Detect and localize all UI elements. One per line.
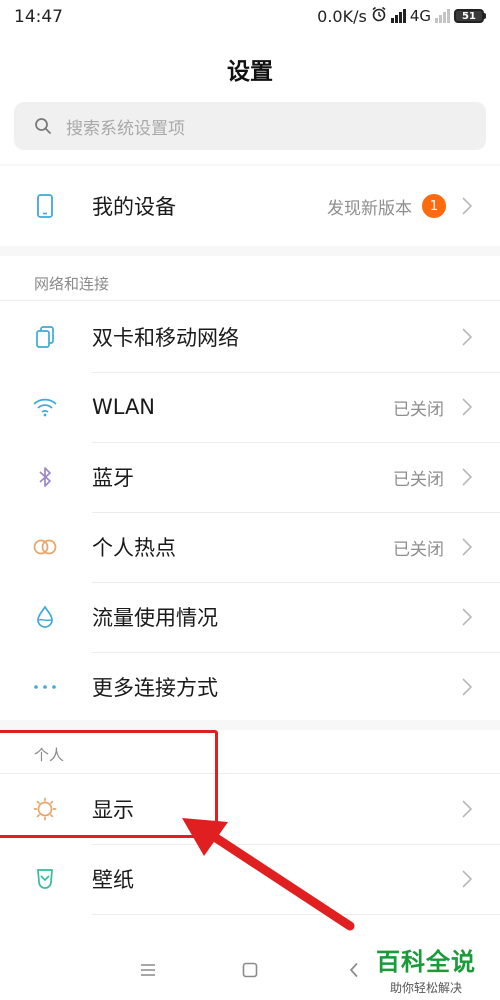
item-label: 流量使用情况 bbox=[92, 606, 218, 630]
status-icons: 0.0K/s 4G 51 bbox=[317, 6, 486, 26]
wallpaper-icon bbox=[30, 864, 60, 894]
alarm-icon bbox=[371, 6, 387, 26]
chevron-right-icon bbox=[462, 197, 473, 215]
chevron-right-icon bbox=[462, 800, 473, 818]
item-label: 蓝牙 bbox=[92, 466, 134, 490]
chevron-right-icon bbox=[462, 328, 473, 346]
item-label: 个人热点 bbox=[92, 536, 176, 560]
hd-signal-icon bbox=[390, 9, 406, 23]
item-label: WLAN bbox=[92, 395, 156, 419]
chevron-right-icon bbox=[462, 398, 473, 416]
update-badge: 1 bbox=[422, 194, 446, 218]
chevron-right-icon bbox=[462, 678, 473, 696]
back-icon[interactable] bbox=[342, 958, 366, 982]
chevron-right-icon bbox=[462, 468, 473, 486]
watermark-subtitle: 助你轻松解决 bbox=[389, 981, 462, 995]
page-title: 设置 bbox=[227, 59, 273, 85]
battery-level: 51 bbox=[454, 9, 484, 23]
item-status: 已关闭 bbox=[393, 469, 444, 490]
sidebar-item-dual-sim[interactable]: 双卡和移动网络 bbox=[0, 302, 500, 372]
my-device-label: 我的设备 bbox=[92, 195, 176, 219]
menu-icon[interactable] bbox=[136, 958, 160, 982]
watermark-title: 百科全说 bbox=[376, 948, 476, 976]
hotspot-icon bbox=[30, 532, 60, 562]
item-status: 已关闭 bbox=[393, 399, 444, 420]
status-bar: 14:47 0.0K/s 4G 51 bbox=[0, 0, 500, 34]
sidebar-item-more-connections[interactable]: 更多连接方式 bbox=[0, 652, 500, 722]
section-label-network: 网络和连接 bbox=[34, 275, 110, 293]
sidebar-item-hotspot[interactable]: 个人热点 已关闭 bbox=[0, 512, 500, 582]
item-status: 已关闭 bbox=[393, 539, 444, 560]
sidebar-item-data-usage[interactable]: 流量使用情况 bbox=[0, 582, 500, 652]
watermark-logo: 百科全说 助你轻松解决 bbox=[366, 942, 486, 996]
wifi-icon bbox=[30, 392, 60, 422]
chevron-right-icon bbox=[462, 870, 473, 888]
data-usage-icon bbox=[30, 602, 60, 632]
phone-icon bbox=[30, 191, 60, 221]
chevron-right-icon bbox=[462, 538, 473, 556]
status-time: 14:47 bbox=[14, 7, 63, 27]
more-dots-icon bbox=[30, 672, 60, 702]
header: 设置 搜索系统设置项 bbox=[0, 34, 500, 164]
search-placeholder: 搜索系统设置项 bbox=[66, 118, 185, 139]
my-device-row[interactable]: 我的设备 发现新版本 1 bbox=[0, 171, 500, 241]
signal-icon bbox=[435, 9, 450, 23]
item-label: 双卡和移动网络 bbox=[92, 326, 239, 350]
sidebar-item-bluetooth[interactable]: 蓝牙 已关闭 bbox=[0, 442, 500, 512]
annotation-arrow-icon bbox=[182, 818, 355, 931]
home-icon[interactable] bbox=[238, 958, 262, 982]
bluetooth-icon bbox=[30, 462, 60, 492]
chevron-right-icon bbox=[462, 608, 473, 626]
item-label: 更多连接方式 bbox=[92, 676, 218, 700]
network-type: 4G bbox=[409, 7, 431, 25]
item-label: 壁纸 bbox=[92, 868, 134, 892]
sim-card-icon bbox=[30, 322, 60, 352]
search-input[interactable]: 搜索系统设置项 bbox=[14, 102, 486, 150]
search-icon bbox=[22, 117, 64, 135]
network-speed: 0.0K/s bbox=[317, 6, 367, 26]
update-status: 发现新版本 bbox=[327, 198, 412, 219]
battery-icon: 51 bbox=[454, 9, 486, 23]
sidebar-item-wlan[interactable]: WLAN 已关闭 bbox=[0, 372, 500, 442]
my-device-card: 我的设备 发现新版本 1 bbox=[0, 166, 500, 246]
network-section: 网络和连接 双卡和移动网络 WLAN 已关闭 蓝牙 已关闭 个人热点 已关闭 流… bbox=[0, 256, 500, 720]
